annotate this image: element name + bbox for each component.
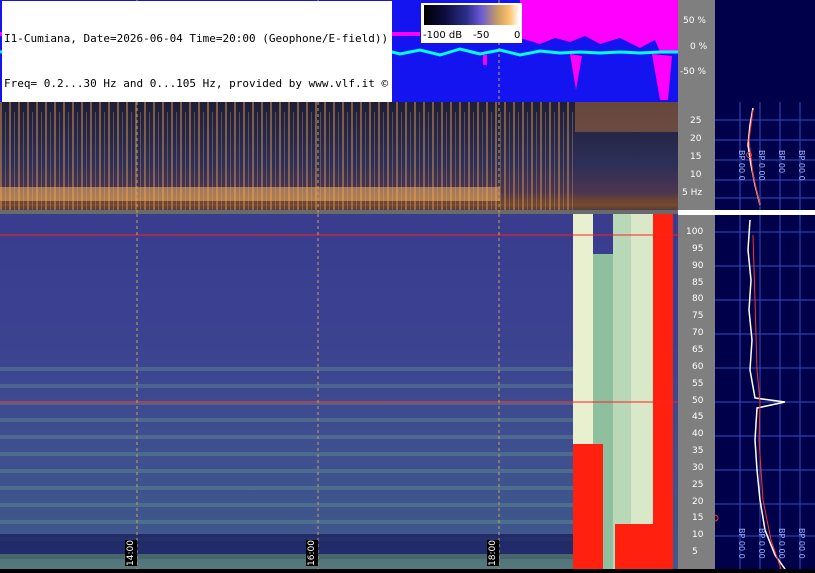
high-frequency-tick: 10 (692, 530, 704, 541)
spectrum-label-top-4: BP 00 0 (797, 150, 806, 181)
time-label-3: 18:00 (487, 540, 499, 566)
low-frequency-tick: 20 (690, 134, 702, 144)
spectrum-label-top-3: BP 00 (777, 150, 786, 174)
high-spectrogram-plot (0, 214, 678, 569)
high-frequency-tick: 30 (692, 462, 704, 473)
high-frequency-tick: 40 (692, 429, 704, 440)
high-frequency-tick: 45 (692, 412, 704, 423)
high-frequency-tick: 85 (692, 277, 704, 288)
high-frequency-tick: 100 (686, 227, 704, 237)
high-frequency-tick: 25 (692, 479, 704, 490)
low-spectrogram-plot (0, 102, 678, 214)
frequency-scale: 25 20 15 10 5 Hz 100 95 90 85 80 75 70 65 60 55 50 45 40… (678, 102, 715, 569)
high-frequency-tick: 90 (692, 260, 704, 271)
high-frequency-tick: 95 (692, 243, 704, 254)
spectrum-plot (711, 102, 815, 570)
colorbar-gradient (424, 5, 519, 25)
header-line-2: Freq= 0.2...30 Hz and 0...105 Hz, provid… (4, 77, 389, 90)
high-frequency-tick: 35 (692, 446, 704, 457)
amplitude-tick-0: 0 % (690, 42, 708, 52)
high-frequency-tick: 75 (692, 311, 704, 322)
low-frequency-tick: 5 Hz (682, 188, 703, 198)
spectrum-panel: BP 00 0 BP 0 00 BP 00 BP 00 0 BP 00 0 BP… (711, 0, 815, 570)
time-label-1: 14:00 (125, 540, 137, 566)
spectrum-label-bottom-1: BP 00 0 (737, 528, 746, 559)
spectrum-label-bottom-2: BP 0 00 (757, 528, 766, 559)
colorbar-legend: -100 dB -50 0 (421, 3, 522, 43)
high-frequency-spectrogram (0, 214, 678, 569)
amplitude-scale: 50 % 0 % -50 % (678, 0, 715, 102)
low-frequency-tick: 25 (690, 116, 702, 126)
low-frequency-tick: 15 (690, 152, 702, 162)
amplitude-tick-50: 50 % (683, 16, 706, 26)
high-frequency-tick: 15 (692, 513, 704, 524)
high-frequency-tick: 80 (692, 294, 704, 305)
colorbar-label-mid: -50 (473, 30, 490, 41)
spectrum-label-bottom-3: BP 0 00 (777, 528, 786, 559)
spectrum-label-bottom-4: BP 00 0 (797, 528, 806, 559)
header-line-1: I1-Cumiana, Date=2026-06-04 Time=20:00 (… (4, 32, 389, 45)
colorbar-label-max: 0 (514, 30, 521, 41)
spectrum-label-top-1: BP 00 0 (737, 150, 746, 181)
low-frequency-spectrogram (0, 102, 678, 214)
high-frequency-tick: 70 (692, 328, 704, 339)
high-frequency-tick: 50 (692, 395, 704, 406)
high-frequency-tick: 20 (692, 496, 704, 507)
high-frequency-tick: 65 (692, 344, 704, 355)
time-label-2: 16:00 (306, 540, 318, 566)
scale-divider (678, 210, 715, 215)
amplitude-tick-minus-50: -50 % (680, 67, 707, 77)
colorbar-label-min: -100 dB (423, 30, 463, 41)
high-frequency-tick: 60 (692, 361, 704, 372)
high-frequency-tick: 55 (692, 378, 704, 389)
station-header: I1-Cumiana, Date=2026-06-04 Time=20:00 (… (2, 1, 393, 106)
high-frequency-tick: 5 (692, 547, 698, 558)
low-frequency-tick: 10 (690, 170, 702, 180)
spectrum-label-top-2: BP 0 00 (757, 150, 766, 181)
